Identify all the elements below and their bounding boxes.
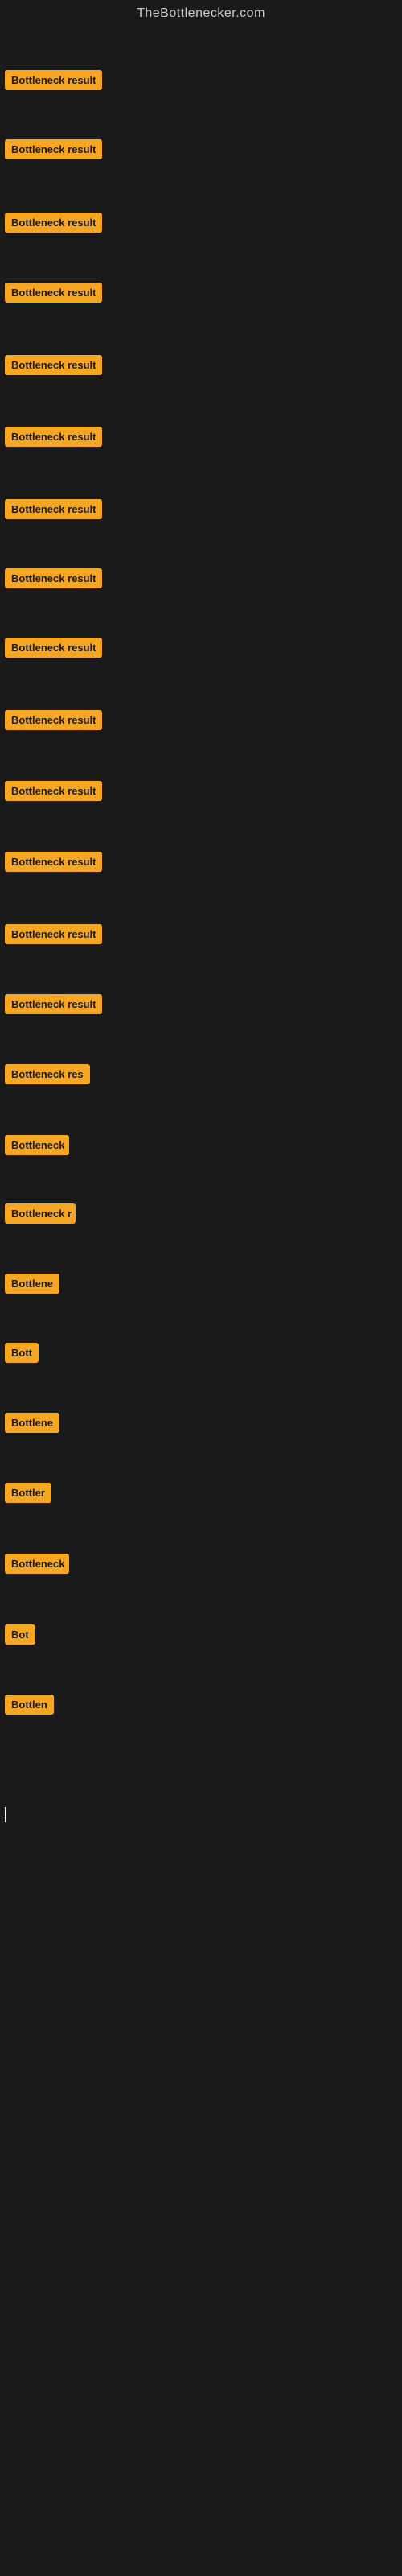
bottleneck-result-item[interactable]: Bottleneck result <box>5 852 102 872</box>
bottleneck-result-item[interactable]: Bottlen <box>5 1695 54 1715</box>
bottleneck-result-item[interactable]: Bottleneck <box>5 1554 69 1574</box>
site-title: TheBottlenecker.com <box>0 0 402 24</box>
bottleneck-result-item[interactable]: Bottleneck result <box>5 283 102 303</box>
bottleneck-result-item[interactable]: Bottleneck r <box>5 1203 76 1224</box>
bottleneck-result-item[interactable]: Bottleneck result <box>5 638 102 658</box>
bottleneck-result-item[interactable]: Bottleneck result <box>5 70 102 90</box>
bottleneck-result-item[interactable]: Bot <box>5 1624 35 1645</box>
bottleneck-result-item[interactable]: Bottleneck result <box>5 355 102 375</box>
bottleneck-result-item[interactable]: Bottlene <box>5 1413 59 1433</box>
bottleneck-result-item[interactable]: Bottleneck <box>5 1135 69 1155</box>
bottleneck-result-item[interactable]: Bottleneck result <box>5 781 102 801</box>
bottleneck-result-item[interactable]: Bottleneck result <box>5 710 102 730</box>
bottleneck-result-item[interactable]: Bottlene <box>5 1274 59 1294</box>
bottleneck-result-item[interactable]: Bottleneck result <box>5 499 102 519</box>
bottleneck-result-item[interactable]: Bottleneck res <box>5 1064 90 1084</box>
bottleneck-result-item[interactable]: Bottleneck result <box>5 427 102 447</box>
bottleneck-result-item[interactable]: Bott <box>5 1343 39 1363</box>
bottleneck-result-item[interactable]: Bottler <box>5 1483 51 1503</box>
bottleneck-result-item[interactable]: Bottleneck result <box>5 568 102 588</box>
bottleneck-result-item[interactable]: Bottleneck result <box>5 139 102 159</box>
bottleneck-result-item[interactable]: Bottleneck result <box>5 213 102 233</box>
text-cursor <box>5 1807 6 1822</box>
bottleneck-result-item[interactable]: Bottleneck result <box>5 994 102 1014</box>
bottleneck-result-item[interactable]: Bottleneck result <box>5 924 102 944</box>
